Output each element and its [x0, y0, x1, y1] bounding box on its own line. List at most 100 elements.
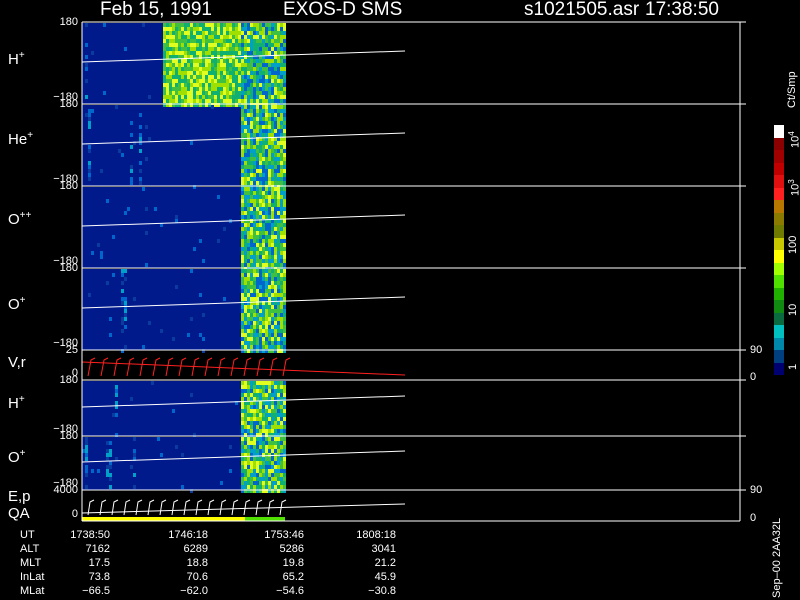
- spectro-cell: [178, 59, 181, 63]
- spectro-cell: [259, 207, 262, 211]
- spectro-cell: [280, 449, 283, 453]
- spectro-cell: [205, 43, 208, 47]
- spectro-cell: [256, 109, 259, 113]
- spectro-cell: [241, 173, 244, 177]
- spectro-cell: [250, 243, 253, 247]
- spectro-cell: [271, 191, 274, 195]
- spectro-cell: [253, 397, 256, 401]
- spectro-cell: [226, 99, 229, 103]
- spectro-cell: [283, 269, 286, 273]
- spectro-cell: [274, 481, 277, 485]
- spectro-cell: [280, 39, 283, 43]
- spectro-cell: [259, 63, 262, 67]
- spectro-cell: [271, 333, 274, 337]
- spectro-cell: [268, 23, 271, 27]
- spectro-cell: [277, 481, 280, 485]
- spectro-cell: [265, 125, 268, 129]
- spectro-cell: [241, 195, 244, 199]
- spectro-cell: [262, 75, 265, 79]
- spectro-cell: [244, 191, 247, 195]
- spectro-cell: [259, 251, 262, 255]
- spectro-cell: [193, 43, 196, 47]
- spectro-cell: [274, 223, 277, 227]
- spectro-cell: [256, 173, 259, 177]
- spectro-cell: [250, 393, 253, 397]
- spectro-cell: [277, 173, 280, 177]
- spectro-cell: [247, 465, 250, 469]
- spectro-cell: [268, 309, 271, 313]
- spectro-cell: [214, 47, 217, 51]
- spectro-cell: [274, 477, 277, 481]
- spectro-cell: [202, 63, 205, 67]
- spectro-cell: [85, 55, 88, 59]
- spectro-cell: [175, 95, 178, 99]
- spectro-cell: [250, 75, 253, 79]
- spectro-cell: [241, 445, 244, 449]
- spectro-cell: [106, 449, 109, 453]
- spectro-cell: [244, 199, 247, 203]
- spectro-cell: [265, 425, 268, 429]
- spectro-cell: [247, 109, 250, 113]
- spectro-cell: [268, 67, 271, 71]
- spectro-cell: [241, 203, 244, 207]
- spectro-cell: [241, 243, 244, 247]
- spectro-cell: [244, 141, 247, 145]
- spectro-cell: [250, 83, 253, 87]
- spectro-cell: [265, 269, 268, 273]
- spectro-cell: [256, 199, 259, 203]
- spectro-cell: [280, 385, 283, 389]
- spectro-cell: [259, 125, 262, 129]
- spectro-cell: [265, 153, 268, 157]
- spectro-cell: [217, 79, 220, 83]
- spectro-cell: [274, 63, 277, 67]
- spectro-cell: [247, 289, 250, 293]
- spectro-cell: [172, 51, 175, 55]
- spectro-cell: [166, 55, 169, 59]
- spectro-cell: [271, 381, 274, 385]
- spectro-cell: [259, 341, 262, 345]
- trace-ep-spike: [183, 499, 191, 516]
- spectro-cell: [277, 421, 280, 425]
- spectro-cell: [268, 83, 271, 87]
- spectro-cell: [241, 191, 244, 195]
- rtick-max-4: 90: [750, 344, 763, 356]
- spectro-cell: [271, 473, 274, 477]
- spectro-cell: [175, 31, 178, 35]
- spectro-cell: [160, 329, 163, 333]
- spectro-cell: [247, 23, 250, 27]
- spectro-cell: [265, 105, 268, 109]
- spectro-cell: [268, 43, 271, 47]
- spectro-cell: [262, 227, 265, 231]
- spectro-cell: [274, 259, 277, 263]
- spectro-cell: [220, 51, 223, 55]
- spectro-cell: [271, 485, 274, 489]
- spectro-cell: [262, 457, 265, 461]
- spectro-cell: [139, 169, 142, 173]
- spectro-cell: [106, 441, 109, 445]
- spectro-cell: [262, 59, 265, 63]
- spectro-cell: [259, 393, 262, 397]
- spectro-cell: [280, 417, 283, 421]
- spectro-cell: [238, 91, 241, 95]
- spectro-cell: [283, 83, 286, 87]
- spectro-cell: [190, 39, 193, 43]
- spectro-cell: [280, 195, 283, 199]
- spectro-cell: [259, 445, 262, 449]
- spectro-cell: [175, 79, 178, 83]
- spectro-cell: [265, 43, 268, 47]
- spectro-cell: [280, 117, 283, 121]
- spectro-cell: [277, 337, 280, 341]
- spectro-cell: [244, 325, 247, 329]
- spectro-cell: [283, 99, 286, 103]
- spectro-cell: [247, 309, 250, 313]
- spectro-cell: [274, 71, 277, 75]
- spectro-cell: [241, 169, 244, 173]
- spectro-cell: [256, 87, 259, 91]
- spectro-cell: [262, 181, 265, 185]
- spectro-cell: [130, 177, 133, 181]
- spectro-cell: [88, 121, 91, 125]
- spectro-cell: [256, 325, 259, 329]
- spectro-cell: [241, 421, 244, 425]
- spectro-cell: [247, 165, 250, 169]
- spectro-cell: [268, 105, 271, 109]
